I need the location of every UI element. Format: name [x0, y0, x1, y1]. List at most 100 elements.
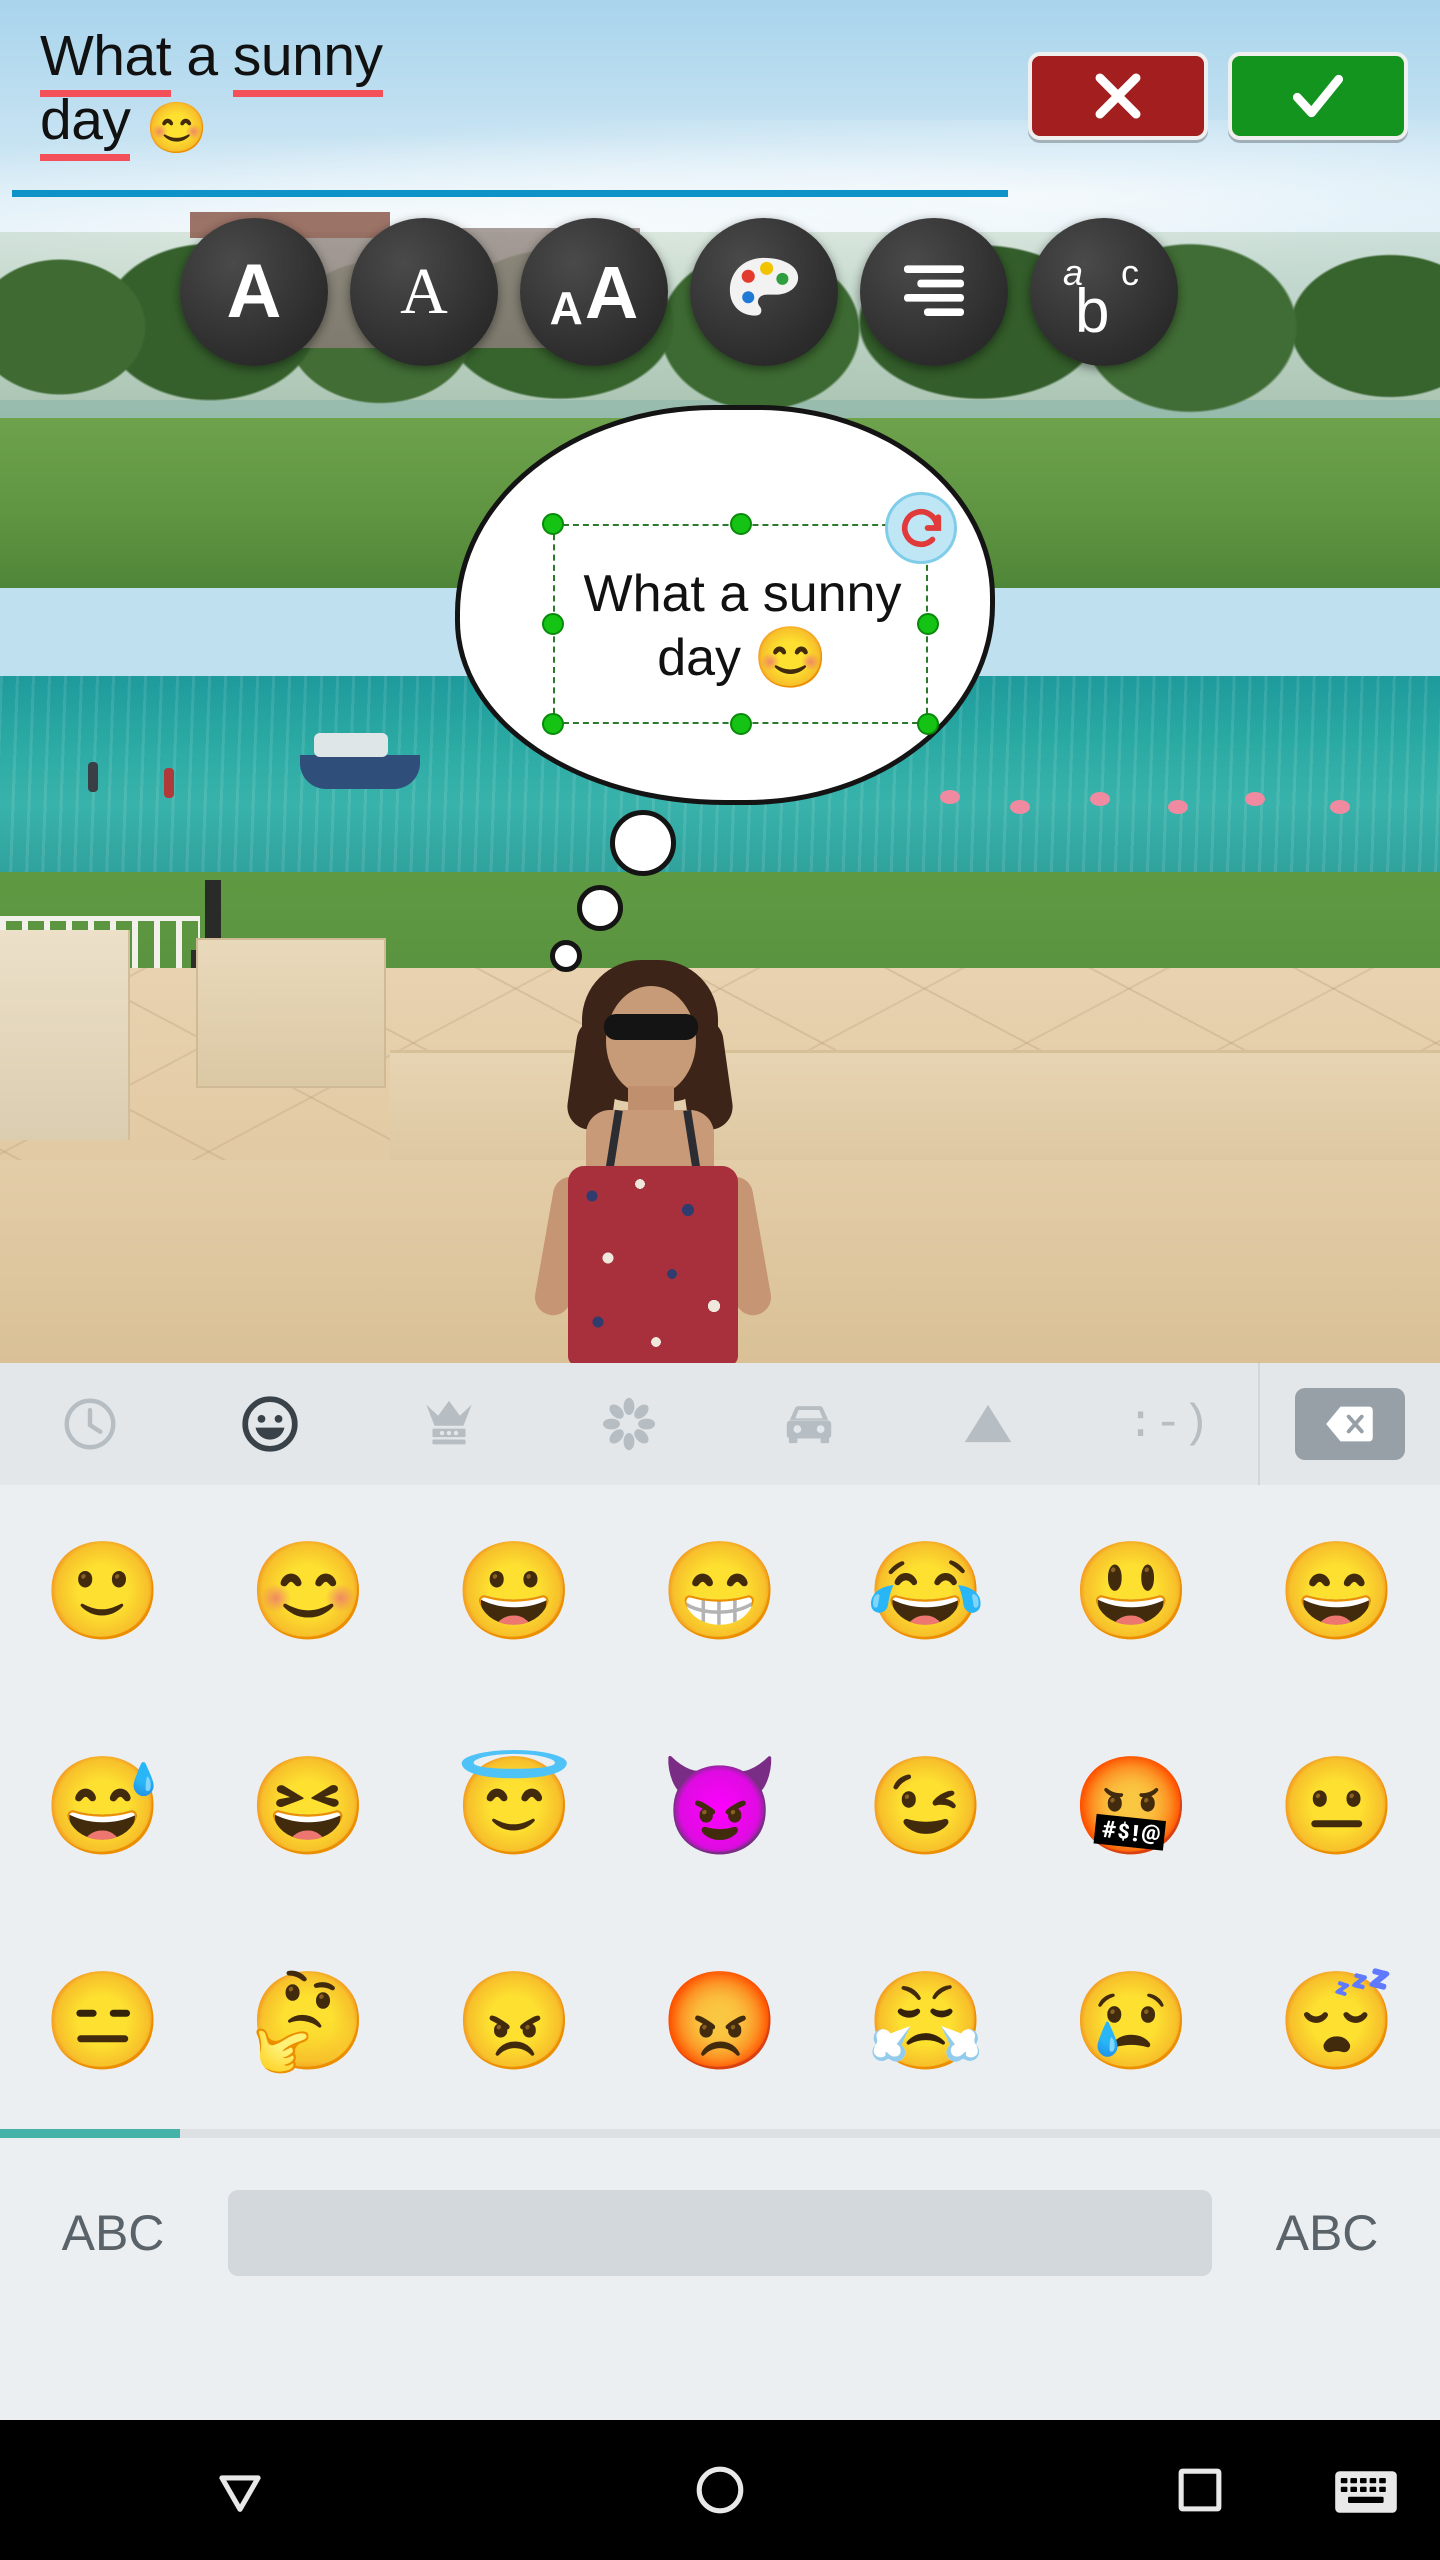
emoji-key[interactable]: 😊 — [206, 1485, 412, 1700]
buoy — [1245, 792, 1265, 806]
app-root: What a sunny day 😊 What a sunny day 😊 A … — [0, 0, 1440, 2560]
emoji-glyph: 😈 — [660, 1753, 780, 1860]
triangle-icon — [965, 1404, 1012, 1443]
emoji-key[interactable]: 😇 — [411, 1700, 617, 1915]
back-button[interactable] — [0, 2461, 480, 2519]
buoy — [1330, 800, 1350, 814]
rotate-handle-icon[interactable] — [885, 492, 957, 564]
word-what: What — [40, 24, 172, 97]
word-sunny: sunny — [232, 24, 383, 97]
emoji-key[interactable]: 😆 — [206, 1700, 412, 1915]
emoji-glyph: 😁 — [660, 1538, 780, 1646]
sunglasses — [604, 1014, 698, 1040]
emoji-key[interactable]: 😁 — [617, 1485, 823, 1700]
keyboard-bottom-row: ABC ABC — [0, 2138, 1440, 2328]
sticker-text-line2: day — [657, 629, 742, 687]
text-color-button[interactable] — [690, 218, 838, 366]
emoji-glyph: 😂 — [865, 1538, 986, 1646]
resize-handle-mr[interactable] — [917, 613, 939, 635]
checkmark-icon — [1292, 74, 1344, 118]
emoji-key[interactable]: 😈 — [617, 1700, 823, 1915]
emoji-glyph: 😆 — [248, 1753, 369, 1860]
emoji-key[interactable]: 😤 — [823, 1914, 1029, 2129]
emoji-key[interactable]: 🤬 — [1029, 1700, 1235, 1915]
resize-handle-bl[interactable] — [542, 713, 564, 735]
emoji-key[interactable]: 😴 — [1234, 1914, 1440, 2129]
font-style-button[interactable]: A — [350, 218, 498, 366]
emoji-row: 😑 🤔 😠 😡 😤 😢 😴 — [0, 1914, 1440, 2129]
emoji-glyph: 🤬 — [1071, 1753, 1192, 1860]
emoji-tab-objects[interactable] — [359, 1363, 539, 1485]
emoji-tab-symbols[interactable] — [899, 1363, 1079, 1485]
emoji-tab-emoticons[interactable]: :-) — [1078, 1363, 1258, 1485]
emoji-key[interactable]: 😠 — [411, 1914, 617, 2129]
left-wall — [0, 930, 130, 1140]
back-triangle-icon — [219, 2475, 261, 2512]
clock-icon — [64, 1398, 116, 1450]
emoji-key[interactable]: 😅 — [0, 1700, 206, 1915]
resize-handle-ml[interactable] — [542, 613, 564, 635]
buoy — [1168, 800, 1188, 814]
emoji-glyph: 😤 — [865, 1967, 986, 2075]
emoji-row: 😅 😆 😇 😈 😉 🤬 😐 — [0, 1700, 1440, 1915]
font-a-icon: A — [226, 249, 282, 334]
emoji-glyph: 🙂 — [43, 1538, 163, 1646]
keyboard-indicator[interactable] — [1334, 2470, 1398, 2514]
cancel-button[interactable] — [1028, 52, 1208, 140]
emoji-tab-travel[interactable] — [719, 1363, 899, 1485]
text-align-button[interactable] — [860, 218, 1008, 366]
emoji-glyph: 😀 — [454, 1538, 575, 1646]
sticker-emoji: 😊 — [753, 624, 828, 691]
backspace-key[interactable] — [1258, 1363, 1440, 1485]
emoji-key[interactable]: 😂 — [823, 1485, 1029, 1700]
emoji-tab-smileys[interactable] — [180, 1363, 360, 1485]
text-input-field[interactable]: What a sunny day 😊 — [40, 24, 1000, 161]
space-key[interactable] — [228, 2190, 1212, 2276]
abc-switch-right[interactable]: ABC — [1214, 2204, 1440, 2262]
emoji-glyph: 😡 — [660, 1967, 780, 2075]
resize-handle-br[interactable] — [917, 713, 939, 735]
emoji-key[interactable]: 😑 — [0, 1914, 206, 2129]
emoji-key[interactable]: 😐 — [1234, 1700, 1440, 1915]
emoji-tab-nature[interactable] — [539, 1363, 719, 1485]
emoji-key[interactable]: 😀 — [411, 1485, 617, 1700]
bubble-dot — [610, 810, 676, 876]
emoji-keyboard: :-) 🙂 😊 😀 😁 😂 😃 😄 😅 😆 😇 😈 😉 🤬 😐 😑 🤔 😠 😡 … — [0, 1363, 1440, 2420]
letter-case-abc-icon: acb — [1063, 252, 1139, 346]
text-edit-overlay[interactable]: What a sunny day 😊 — [0, 0, 1440, 197]
resize-handle-tc[interactable] — [730, 513, 752, 535]
emoji-key[interactable]: 😢 — [1029, 1914, 1235, 2129]
emoji-tab-recent[interactable] — [0, 1363, 180, 1485]
android-navigation-bar — [0, 2420, 1440, 2560]
emoji-key[interactable]: 😄 — [1234, 1485, 1440, 1700]
abc-switch-left[interactable]: ABC — [0, 2204, 226, 2262]
flower-icon — [602, 1397, 656, 1451]
boat — [300, 733, 420, 789]
text-field-underline — [12, 190, 1008, 197]
floral-dress — [568, 1166, 738, 1363]
emoji-grid: 🙂 😊 😀 😁 😂 😃 😄 😅 😆 😇 😈 😉 🤬 😐 😑 🤔 😠 😡 😤 😢 … — [0, 1485, 1440, 2129]
emoji-key[interactable]: 😉 — [823, 1700, 1029, 1915]
emoji-glyph: 😊 — [248, 1538, 369, 1646]
distant-person — [88, 762, 98, 792]
accept-button[interactable] — [1228, 52, 1408, 140]
scrollbar-thumb — [0, 2129, 180, 2138]
font-size-button[interactable]: AA — [520, 218, 668, 366]
emoji-key[interactable]: 😃 — [1029, 1485, 1235, 1700]
emoji-key[interactable]: 🤔 — [206, 1914, 412, 2129]
font-family-button[interactable]: A — [180, 218, 328, 366]
home-button[interactable] — [480, 2461, 960, 2519]
letter-case-button[interactable]: acb — [1030, 218, 1178, 366]
format-toolbar: A A AA a c b — [0, 218, 1440, 366]
stone-block — [196, 938, 386, 1088]
sticker-selection-box[interactable]: What a sunny day 😊 — [553, 524, 928, 724]
sticker-text[interactable]: What a sunny day 😊 — [555, 526, 930, 726]
resize-handle-tl[interactable] — [542, 513, 564, 535]
word-day: day — [40, 88, 131, 161]
emoji-key[interactable]: 😡 — [617, 1914, 823, 2129]
emoticon-text-icon: :-) — [1126, 1398, 1210, 1450]
resize-handle-bc[interactable] — [730, 713, 752, 735]
emoji-key[interactable]: 🙂 — [0, 1485, 206, 1700]
emoji-page-scrollbar[interactable] — [0, 2129, 1440, 2138]
emoji-row: 🙂 😊 😀 😁 😂 😃 😄 — [0, 1485, 1440, 1700]
